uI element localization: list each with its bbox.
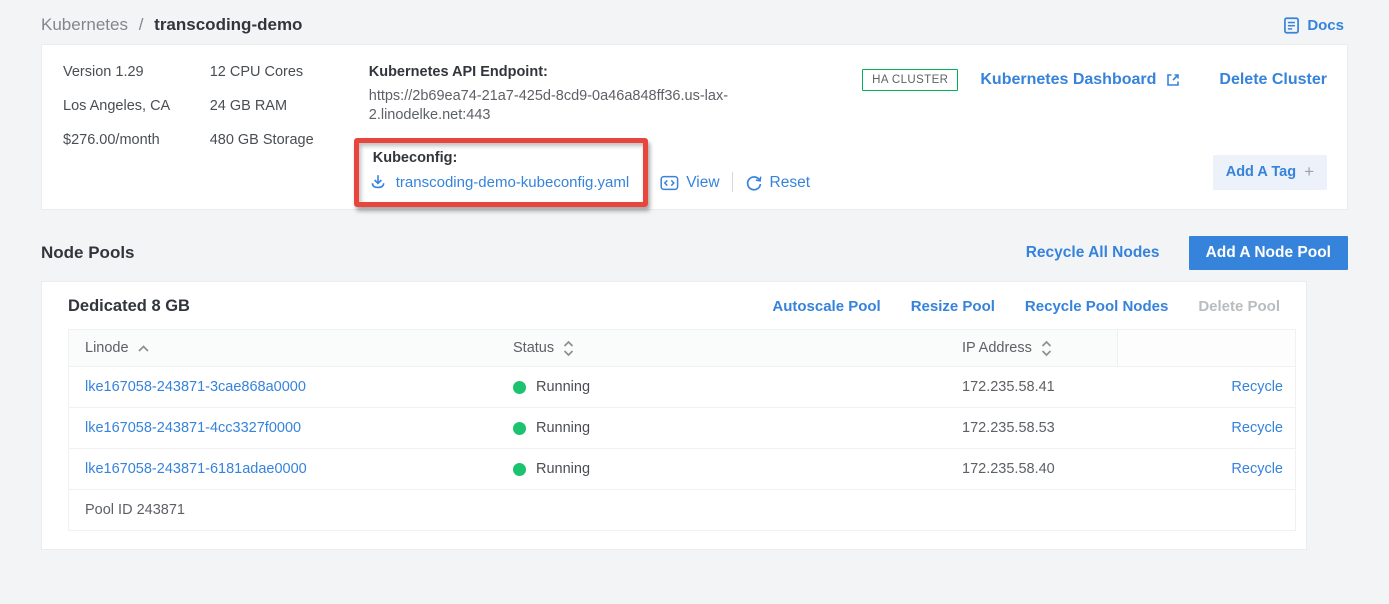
docs-label: Docs <box>1307 17 1344 34</box>
nodes-table: Linode Status IP Address <box>68 329 1296 531</box>
table-row: lke167058-243871-6181adae0000 Running 17… <box>69 449 1295 490</box>
breadcrumb: Kubernetes / transcoding-demo <box>41 15 302 35</box>
pool-header: Dedicated 8 GB Autoscale Pool Resize Poo… <box>42 282 1306 329</box>
linode-column-label: Linode <box>85 340 129 356</box>
ip-address: 172.235.58.53 <box>962 420 1055 436</box>
recycle-node-button[interactable]: Recycle <box>1231 420 1283 436</box>
topbar: Kubernetes / transcoding-demo Docs <box>0 0 1389 44</box>
breadcrumb-section[interactable]: Kubernetes <box>41 15 128 34</box>
resize-pool-button[interactable]: Resize Pool <box>911 298 995 315</box>
cluster-specs-column-1: Version 1.29 Los Angeles, CA $276.00/mon… <box>63 62 210 193</box>
breadcrumb-separator: / <box>139 15 144 34</box>
pool-id-label: Pool ID 243871 <box>85 502 185 518</box>
code-view-icon <box>660 174 679 192</box>
kubeconfig-row: Kubeconfig: transcoding-demo-kubeconfig.… <box>354 138 862 207</box>
node-pools-title: Node Pools <box>41 243 135 263</box>
linode-link[interactable]: lke167058-243871-3cae868a0000 <box>85 379 306 395</box>
cluster-links-row: HA CLUSTER Kubernetes Dashboard Delete C… <box>862 69 1327 91</box>
status-running-dot <box>513 463 526 476</box>
plus-icon: + <box>1304 166 1314 178</box>
kubernetes-dashboard-link[interactable]: Kubernetes Dashboard <box>980 71 1181 89</box>
recycle-node-button[interactable]: Recycle <box>1231 379 1283 395</box>
node-pools-header: Node Pools Recycle All Nodes Add A Node … <box>41 236 1348 270</box>
kubeconfig-view-button[interactable]: View <box>660 174 719 192</box>
sort-icon <box>562 340 575 357</box>
column-header-ip[interactable]: IP Address <box>949 330 1117 366</box>
cluster-region: Los Angeles, CA <box>63 96 210 117</box>
column-header-actions <box>1117 330 1295 366</box>
delete-pool-button: Delete Pool <box>1198 298 1280 315</box>
pool-id-row: Pool ID 243871 <box>69 490 1295 530</box>
sort-asc-icon <box>137 344 150 353</box>
nodes-table-header: Linode Status IP Address <box>69 330 1295 367</box>
sort-icon <box>1040 340 1053 357</box>
breadcrumb-entity: transcoding-demo <box>154 15 302 34</box>
cluster-actions-column: HA CLUSTER Kubernetes Dashboard Delete C… <box>862 62 1327 193</box>
download-icon <box>369 173 387 191</box>
cluster-summary-card: Version 1.29 Los Angeles, CA $276.00/mon… <box>41 44 1348 210</box>
linode-link[interactable]: lke167058-243871-4cc3327f0000 <box>85 420 301 436</box>
status-label: Running <box>536 461 590 477</box>
column-header-linode[interactable]: Linode <box>69 330 499 366</box>
node-pools-actions: Recycle All Nodes Add A Node Pool <box>1020 236 1348 270</box>
cluster-cpu: 12 CPU Cores <box>210 62 369 83</box>
cluster-storage: 480 GB Storage <box>210 130 369 151</box>
status-running-dot <box>513 422 526 435</box>
table-row: lke167058-243871-4cc3327f0000 Running 17… <box>69 408 1295 449</box>
autoscale-pool-button[interactable]: Autoscale Pool <box>772 298 880 315</box>
pool-name: Dedicated 8 GB <box>68 297 190 316</box>
ip-column-label: IP Address <box>962 340 1032 356</box>
delete-cluster-label: Delete Cluster <box>1219 71 1327 89</box>
delete-cluster-button[interactable]: Delete Cluster <box>1219 71 1327 89</box>
pool-actions: Autoscale Pool Resize Pool Recycle Pool … <box>772 298 1280 315</box>
vertical-divider <box>732 172 733 192</box>
api-endpoint-url: https://2b69ea74-21a7-425d-8cd9-0a46a848… <box>369 87 737 125</box>
table-row: lke167058-243871-3cae868a0000 Running 17… <box>69 367 1295 408</box>
cluster-specs-column-2: 12 CPU Cores 24 GB RAM 480 GB Storage <box>210 62 369 193</box>
linode-link[interactable]: lke167058-243871-6181adae0000 <box>85 461 307 477</box>
add-tag-label: Add A Tag <box>1226 164 1296 180</box>
kubeconfig-reset-button[interactable]: Reset <box>745 174 811 192</box>
node-pool-card: Dedicated 8 GB Autoscale Pool Resize Poo… <box>41 281 1307 550</box>
reset-label: Reset <box>770 174 811 192</box>
kubeconfig-file-name: transcoding-demo-kubeconfig.yaml <box>396 174 629 191</box>
docs-icon <box>1283 17 1300 34</box>
cluster-version: Version 1.29 <box>63 62 210 83</box>
api-endpoint-label: Kubernetes API Endpoint: <box>369 64 862 80</box>
add-tag-button[interactable]: Add A Tag + <box>1213 155 1327 190</box>
ha-cluster-badge: HA CLUSTER <box>862 69 958 91</box>
view-label: View <box>686 174 719 192</box>
status-label: Running <box>536 379 590 395</box>
cluster-price: $276.00/month <box>63 130 210 151</box>
column-header-status[interactable]: Status <box>499 330 949 366</box>
dashboard-label: Kubernetes Dashboard <box>980 71 1156 89</box>
status-label: Running <box>536 420 590 436</box>
recycle-pool-nodes-button[interactable]: Recycle Pool Nodes <box>1025 298 1168 315</box>
status-running-dot <box>513 381 526 394</box>
status-column-label: Status <box>513 340 554 356</box>
ip-address: 172.235.58.40 <box>962 461 1055 477</box>
reset-icon <box>745 174 763 192</box>
add-node-pool-button[interactable]: Add A Node Pool <box>1189 236 1348 270</box>
recycle-node-button[interactable]: Recycle <box>1231 461 1283 477</box>
cluster-ram: 24 GB RAM <box>210 96 369 117</box>
annotation-highlight-box: Kubeconfig: transcoding-demo-kubeconfig.… <box>354 138 648 207</box>
external-link-icon <box>1165 72 1181 88</box>
kubeconfig-label: Kubeconfig: <box>373 150 629 166</box>
kubeconfig-download-link[interactable]: transcoding-demo-kubeconfig.yaml <box>369 173 629 191</box>
docs-link[interactable]: Docs <box>1283 17 1344 34</box>
endpoint-column: Kubernetes API Endpoint: https://2b69ea7… <box>369 62 862 193</box>
recycle-all-nodes-button[interactable]: Recycle All Nodes <box>1020 243 1166 263</box>
ip-address: 172.235.58.41 <box>962 379 1055 395</box>
